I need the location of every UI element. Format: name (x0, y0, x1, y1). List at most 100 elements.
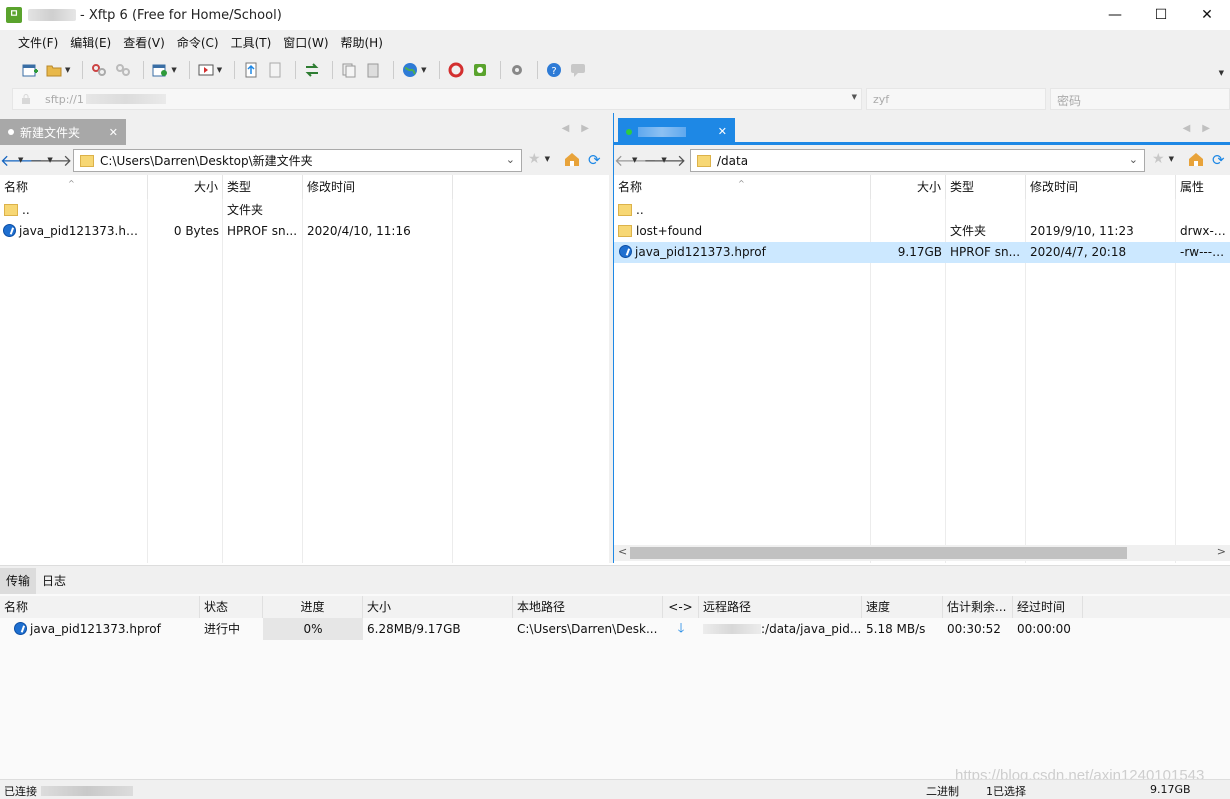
close-button[interactable]: ✕ (1184, 0, 1230, 30)
tab-scroll-arrows-icon[interactable]: ◀▶ (562, 123, 601, 134)
col-name[interactable]: 名称 ^ (614, 175, 871, 199)
col-attributes[interactable]: 属性 (1176, 175, 1230, 199)
col-modified[interactable]: 修改时间 (303, 175, 453, 199)
disconnect-icon[interactable] (113, 60, 133, 80)
new-tab-dropdown-icon[interactable]: ▼ (171, 66, 176, 74)
home-folder-icon[interactable] (564, 152, 580, 166)
open-dropdown-icon[interactable]: ▼ (65, 66, 70, 74)
back-arrow-icon[interactable]: 🡐 (0, 150, 43, 170)
menu-window[interactable]: 窗口(W) (277, 34, 334, 51)
maximize-button[interactable]: ☐ (1138, 0, 1184, 30)
upload-icon[interactable] (241, 60, 261, 80)
path-dropdown-icon[interactable]: ⌄ (506, 153, 515, 166)
col-elapsed[interactable]: 经过时间 (1013, 596, 1083, 618)
back-dropdown-icon[interactable]: ▼ (18, 156, 23, 164)
minimize-button[interactable]: — (1092, 0, 1138, 30)
refresh-icon[interactable]: ⟳ (588, 151, 604, 169)
local-path-input[interactable]: C:\Users\Darren\Desktop\新建文件夹 ⌄ (73, 149, 522, 172)
transfer-row[interactable]: java_pid121373.hprof 进行中 0% 6.28MB/9.17G… (0, 618, 1230, 640)
connect-icon[interactable] (89, 60, 109, 80)
folder-icon (80, 154, 94, 167)
col-modified[interactable]: 修改时间 (1026, 175, 1176, 199)
col-name[interactable]: 名称 (0, 596, 200, 618)
lock-icon (22, 94, 30, 104)
col-local-path[interactable]: 本地路径 (513, 596, 663, 618)
list-item-selected[interactable]: java_pid121373.hprof 9.17GB HPROF sn... … (614, 242, 1230, 263)
new-session-icon[interactable] (20, 60, 40, 80)
forward-arrow-icon[interactable]: 🡒 (643, 150, 686, 170)
col-size[interactable]: 大小 (871, 175, 946, 199)
forward-dropdown-icon[interactable]: ▼ (47, 156, 52, 164)
col-speed[interactable]: 速度 (862, 596, 943, 618)
properties-icon[interactable] (265, 60, 285, 80)
scroll-right-icon[interactable]: > (1217, 545, 1226, 558)
refresh-icon[interactable]: ⟳ (1212, 151, 1228, 169)
list-item[interactable]: .. (614, 200, 1230, 221)
scrollbar-thumb[interactable] (630, 547, 1127, 559)
xshell-icon[interactable] (446, 60, 466, 80)
bookmark-star-icon[interactable]: ★ (528, 151, 541, 167)
paste-icon[interactable] (363, 60, 383, 80)
bottom-tabs: 传输 日志 (0, 566, 1230, 594)
menu-edit[interactable]: 编辑(E) (64, 34, 117, 51)
close-tab-icon[interactable]: ✕ (718, 125, 727, 138)
toolbar-overflow-icon[interactable]: ▼ (1219, 69, 1224, 77)
copy-icon[interactable] (339, 60, 359, 80)
path-dropdown-icon[interactable]: ⌄ (1129, 153, 1138, 166)
tab-transfer[interactable]: 传输 (0, 568, 37, 594)
tab-remote-session[interactable]: ✕ (618, 118, 735, 145)
col-progress[interactable]: 进度 (263, 596, 363, 618)
download-arrow-icon: 🡓 (677, 621, 685, 636)
col-remote-path[interactable]: 远程路径 (699, 596, 862, 618)
menu-file[interactable]: 文件(F) (12, 34, 64, 51)
remote-path-input[interactable]: /data ⌄ (690, 149, 1145, 172)
bookmark-dropdown-icon[interactable]: ▼ (545, 155, 550, 163)
menu-command[interactable]: 命令(C) (171, 34, 225, 51)
list-item[interactable]: .. 文件夹 (0, 200, 609, 221)
back-dropdown-icon[interactable]: ▼ (632, 156, 637, 164)
globe-dropdown-icon[interactable]: ▼ (421, 66, 426, 74)
terminal-dropdown-icon[interactable]: ▼ (217, 66, 222, 74)
host-input[interactable]: sftp://1 ▼ (12, 88, 862, 110)
new-tab-icon[interactable] (150, 60, 170, 80)
col-type[interactable]: 类型 (223, 175, 303, 199)
col-type[interactable]: 类型 (946, 175, 1026, 199)
terminal-icon[interactable] (196, 60, 216, 80)
help-icon[interactable]: ? (544, 60, 564, 80)
list-item[interactable]: lost+found 文件夹 2019/9/10, 11:23 drwx----… (614, 221, 1230, 242)
forward-dropdown-icon[interactable]: ▼ (661, 156, 666, 164)
scroll-left-icon[interactable]: < (618, 545, 627, 558)
parent-folder-icon (4, 204, 18, 216)
col-size[interactable]: 大小 (363, 596, 513, 618)
sync-icon[interactable] (302, 60, 322, 80)
close-tab-icon[interactable]: ✕ (109, 126, 118, 139)
host-dropdown-icon[interactable]: ▼ (852, 93, 857, 101)
chat-icon[interactable] (568, 60, 588, 80)
menu-help[interactable]: 帮助(H) (335, 34, 389, 51)
open-folder-icon[interactable] (44, 60, 64, 80)
bookmark-star-icon[interactable]: ★ (1152, 151, 1165, 167)
username-input[interactable]: zyf (866, 88, 1046, 110)
tab-log[interactable]: 日志 (36, 568, 72, 594)
back-arrow-icon[interactable]: 🡐 (614, 150, 657, 170)
gear-icon[interactable] (507, 60, 527, 80)
forward-arrow-icon[interactable]: 🡒 (29, 150, 72, 170)
tab-local-folder[interactable]: 新建文件夹 ✕ (0, 119, 126, 145)
col-eta[interactable]: 估计剩余... (943, 596, 1013, 618)
col-status[interactable]: 状态 (200, 596, 263, 618)
transfer-speed: 5.18 MB/s (866, 622, 926, 636)
col-name[interactable]: 名称 ^ (0, 175, 148, 199)
horizontal-scrollbar[interactable]: < > (614, 545, 1230, 561)
tab-scroll-arrows-icon[interactable]: ◀▶ (1183, 123, 1222, 134)
list-item[interactable]: java_pid121373.hprof 0 Bytes HPROF sn...… (0, 221, 609, 242)
toolbar-separator (82, 61, 84, 79)
col-size[interactable]: 大小 (148, 175, 223, 199)
col-direction[interactable]: <-> (663, 596, 699, 618)
menu-view[interactable]: 查看(V) (117, 34, 171, 51)
home-folder-icon[interactable] (1188, 152, 1204, 166)
menu-tools[interactable]: 工具(T) (225, 34, 278, 51)
bookmark-dropdown-icon[interactable]: ▼ (1169, 155, 1174, 163)
globe-icon[interactable] (400, 60, 420, 80)
xftp-icon[interactable] (470, 60, 490, 80)
password-input[interactable]: 密码 (1050, 88, 1230, 110)
